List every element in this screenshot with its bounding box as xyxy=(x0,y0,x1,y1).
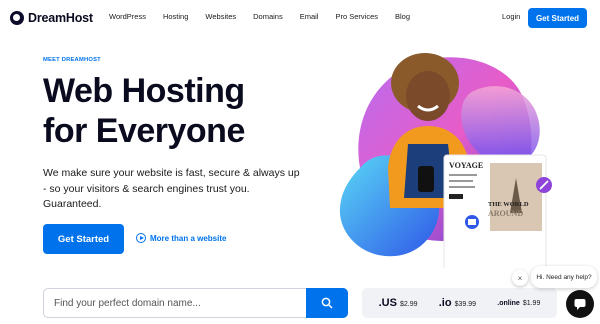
tld-price: $39.99 xyxy=(454,301,477,308)
mockup-image-text-line-1: THE WORLD xyxy=(488,201,529,208)
chat-icon xyxy=(574,299,586,310)
brand-logo[interactable]: DreamHost xyxy=(10,10,93,26)
dreamhost-logo-icon xyxy=(10,11,24,25)
tld-name: .online xyxy=(497,299,520,307)
nav-item-hosting[interactable]: Hosting xyxy=(163,12,188,21)
tld-price: $1.99 xyxy=(522,299,541,307)
hero-eyebrow: MEET DREAMHOST xyxy=(43,57,101,63)
tld-io[interactable]: .io $39.99 xyxy=(439,297,476,309)
more-link-label: More than a website xyxy=(150,233,227,243)
hero-get-started-button[interactable]: Get Started xyxy=(43,224,124,254)
brand-name: DreamHost xyxy=(28,11,93,25)
nav-item-blog[interactable]: Blog xyxy=(395,12,410,21)
chat-bubble[interactable]: Hi. Need any help? xyxy=(531,266,597,288)
search-button[interactable] xyxy=(306,288,348,318)
mockup-title: VOYAGE xyxy=(449,161,483,170)
nav-item-websites[interactable]: Websites xyxy=(205,12,236,21)
more-than-a-website-link[interactable]: More than a website xyxy=(136,233,226,243)
hero-subtext: We make sure your website is fast, secur… xyxy=(43,167,300,210)
nav-get-started-button[interactable]: Get Started xyxy=(528,8,587,28)
face-shape xyxy=(406,71,450,121)
nav-item-email[interactable]: Email xyxy=(300,12,319,21)
play-circle-icon xyxy=(136,233,146,243)
headline-line-1: Web Hosting xyxy=(43,72,245,110)
search-icon xyxy=(321,297,333,309)
phone-shape xyxy=(418,166,434,192)
hero-headline: Web Hosting for Everyone xyxy=(43,71,245,151)
chat-close-icon[interactable]: × xyxy=(512,270,528,286)
nav-item-wordpress[interactable]: WordPress xyxy=(109,12,146,21)
nav-links: WordPress Hosting Websites Domains Email… xyxy=(109,12,427,21)
domain-search xyxy=(43,288,348,318)
top-navigation: DreamHost WordPress Hosting Websites Dom… xyxy=(0,0,600,36)
nav-item-pro-services[interactable]: Pro Services xyxy=(335,12,378,21)
domain-search-input[interactable] xyxy=(45,290,303,316)
login-link[interactable]: Login xyxy=(502,12,520,21)
headline-line-2: for Everyone xyxy=(43,112,245,150)
chat-launcher-button[interactable] xyxy=(566,290,594,318)
mockup-image-text-line-2: AROUND xyxy=(488,209,523,218)
tld-price-strip: .US $2.99 .io $39.99 .online $1.99 xyxy=(362,288,557,318)
tld-name: .io xyxy=(438,297,452,309)
hero-illustration: VOYAGE THE WORLD AROUND xyxy=(339,53,552,268)
tld-name: .US xyxy=(378,297,397,309)
nav-item-domains[interactable]: Domains xyxy=(253,12,283,21)
tld-price: $2.99 xyxy=(399,301,418,308)
tld-us[interactable]: .US $2.99 xyxy=(379,297,418,309)
tld-online[interactable]: .online $1.99 xyxy=(497,300,540,307)
